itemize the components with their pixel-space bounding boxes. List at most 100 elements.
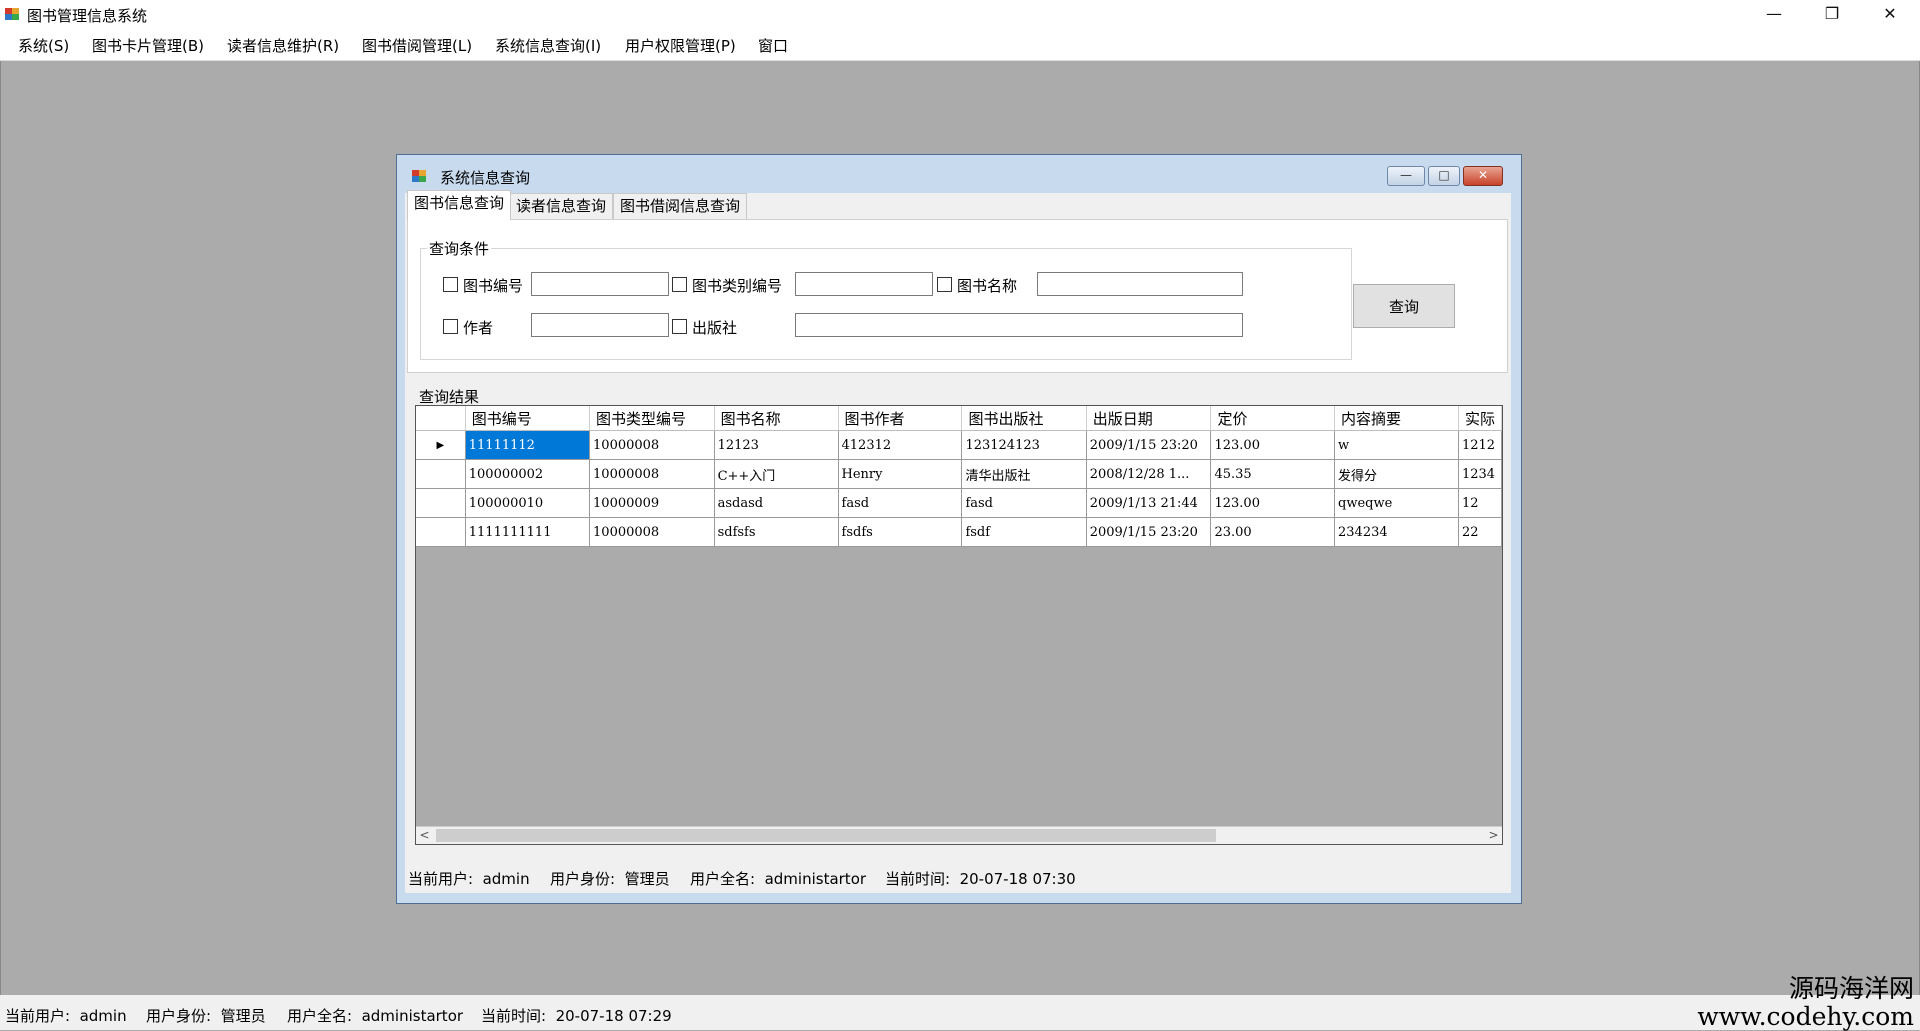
author-checkbox[interactable]: 作者: [443, 317, 493, 338]
table-cell[interactable]: fasd: [961, 488, 1087, 518]
table-cell[interactable]: 10000008: [589, 459, 715, 489]
tab-borrow-query[interactable]: 图书借阅信息查询: [613, 193, 748, 219]
column-header[interactable]: 出版日期: [1086, 406, 1212, 431]
checkbox-box[interactable]: [672, 319, 687, 334]
scrollbar-thumb[interactable]: [436, 829, 1216, 842]
author-input[interactable]: [531, 313, 669, 337]
group-legend: 查询条件: [427, 238, 492, 259]
horizontal-scrollbar[interactable]: < >: [416, 826, 1502, 844]
checkbox-box[interactable]: [937, 277, 952, 292]
statusbar: 当前用户: admin 用户身份: 管理员 用户全名: administarto…: [0, 995, 1920, 1030]
close-button[interactable]: ✕: [1861, 0, 1919, 29]
table-cell[interactable]: fsdfs: [838, 517, 963, 547]
table-cell[interactable]: asdasd: [714, 488, 839, 518]
table-row[interactable]: 100000002 10000008 C++入门 Henry 清华出版社 200…: [416, 459, 1502, 489]
results-label: 查询结果: [419, 388, 480, 406]
table-cell[interactable]: 发得分: [1334, 459, 1459, 489]
table-cell[interactable]: 1212: [1458, 430, 1502, 460]
table-cell[interactable]: 12123: [714, 430, 839, 460]
menu-system[interactable]: 系统(S): [18, 35, 69, 56]
table-cell[interactable]: 23.00: [1210, 517, 1335, 547]
column-header[interactable]: 图书出版社: [961, 406, 1087, 431]
table-cell[interactable]: 12: [1458, 488, 1502, 518]
restore-button[interactable]: ❐: [1803, 0, 1861, 29]
table-cell[interactable]: 22: [1458, 517, 1502, 547]
app-titlebar: 图书管理信息系统 — ❐ ✕: [0, 0, 1920, 29]
book-name-checkbox[interactable]: 图书名称: [937, 275, 1017, 296]
table-cell[interactable]: 清华出版社: [961, 459, 1087, 489]
table-cell[interactable]: 2009/1/15 23:20: [1086, 430, 1212, 460]
query-button[interactable]: 查询: [1353, 284, 1455, 328]
row-header[interactable]: [416, 488, 466, 518]
table-cell[interactable]: fsdf: [961, 517, 1087, 547]
child-maximize-button[interactable]: □: [1428, 166, 1460, 186]
publisher-input[interactable]: [795, 313, 1243, 337]
child-close-button[interactable]: ✕: [1463, 166, 1503, 186]
table-cell[interactable]: 123.00: [1210, 430, 1335, 460]
type-no-checkbox[interactable]: 图书类别编号: [672, 275, 782, 296]
column-header[interactable]: 内容摘要: [1334, 406, 1459, 431]
table-cell[interactable]: 1234: [1458, 459, 1502, 489]
table-cell[interactable]: 1111111111: [465, 517, 591, 547]
checkbox-box[interactable]: [672, 277, 687, 292]
type-no-input[interactable]: [795, 272, 933, 296]
table-cell[interactable]: fasd: [838, 488, 963, 518]
table-cell[interactable]: w: [1334, 430, 1459, 460]
watermark: 源码海洋网 www.codehy.com: [1697, 975, 1914, 1031]
table-cell[interactable]: 234234: [1334, 517, 1459, 547]
menu-window[interactable]: 窗口: [758, 35, 788, 56]
checkbox-label: 图书类别编号: [692, 277, 783, 295]
column-header[interactable]: 图书名称: [714, 406, 839, 431]
table-cell[interactable]: 100000002: [465, 459, 591, 489]
table-cell[interactable]: 10000008: [589, 430, 715, 460]
menu-query[interactable]: 系统信息查询(I): [495, 35, 601, 56]
table-cell[interactable]: 123124123: [961, 430, 1087, 460]
menu-permissions[interactable]: 用户权限管理(P): [625, 35, 736, 56]
tab-book-query[interactable]: 图书信息查询: [407, 190, 512, 220]
menu-reader-info[interactable]: 读者信息维护(R): [227, 35, 339, 56]
row-header-corner: [416, 406, 466, 431]
table-row[interactable]: 1111111111 10000008 sdfsfs fsdfs fsdf 20…: [416, 517, 1502, 547]
results-grid[interactable]: 图书编号 图书类型编号 图书名称 图书作者 图书出版社 出版日期 定价 内容摘要…: [415, 405, 1503, 845]
table-cell[interactable]: C++入门: [714, 459, 839, 489]
table-cell[interactable]: 2008/12/28 1...: [1086, 459, 1212, 489]
row-header[interactable]: [416, 459, 466, 489]
book-no-checkbox[interactable]: 图书编号: [443, 275, 523, 296]
table-cell[interactable]: 2009/1/15 23:20: [1086, 517, 1212, 547]
scroll-left-icon[interactable]: <: [416, 827, 433, 844]
table-cell[interactable]: Henry: [838, 459, 963, 489]
table-cell[interactable]: 10000009: [589, 488, 715, 518]
minimize-button[interactable]: —: [1745, 0, 1803, 29]
row-header[interactable]: [416, 517, 466, 547]
column-header[interactable]: 实际: [1458, 406, 1502, 431]
table-cell[interactable]: 11111112: [465, 430, 591, 460]
current-row-marker[interactable]: ▶: [416, 430, 466, 460]
table-cell[interactable]: sdfsfs: [714, 517, 839, 547]
table-cell[interactable]: 45.35: [1210, 459, 1335, 489]
menu-borrow[interactable]: 图书借阅管理(L): [362, 35, 472, 56]
column-header[interactable]: 图书编号: [465, 406, 591, 431]
child-minimize-button[interactable]: —: [1387, 166, 1425, 186]
checkbox-box[interactable]: [443, 277, 458, 292]
column-header[interactable]: 定价: [1210, 406, 1335, 431]
publisher-checkbox[interactable]: 出版社: [672, 317, 737, 338]
column-header[interactable]: 图书类型编号: [589, 406, 715, 431]
book-name-input[interactable]: [1037, 272, 1243, 296]
checkbox-box[interactable]: [443, 319, 458, 334]
table-row[interactable]: ▶ 11111112 10000008 12123 412312 1231241…: [416, 430, 1502, 460]
table-cell[interactable]: 412312: [838, 430, 963, 460]
table-cell[interactable]: 10000008: [589, 517, 715, 547]
menu-book-card[interactable]: 图书卡片管理(B): [92, 35, 204, 56]
book-no-input[interactable]: [531, 272, 669, 296]
window-body: 图书信息查询 读者信息查询 图书借阅信息查询 查询条件 图书编号 图书类别编号 …: [405, 190, 1511, 893]
table-row[interactable]: 100000010 10000009 asdasd fasd fasd 2009…: [416, 488, 1502, 518]
table-cell[interactable]: qweqwe: [1334, 488, 1459, 518]
checkbox-label: 图书编号: [463, 277, 524, 295]
window-icon: [412, 170, 426, 182]
table-cell[interactable]: 2009/1/13 21:44: [1086, 488, 1212, 518]
scroll-right-icon[interactable]: >: [1485, 827, 1502, 844]
table-cell[interactable]: 123.00: [1210, 488, 1335, 518]
tab-reader-query[interactable]: 读者信息查询: [509, 193, 614, 219]
table-cell[interactable]: 100000010: [465, 488, 591, 518]
column-header[interactable]: 图书作者: [838, 406, 963, 431]
